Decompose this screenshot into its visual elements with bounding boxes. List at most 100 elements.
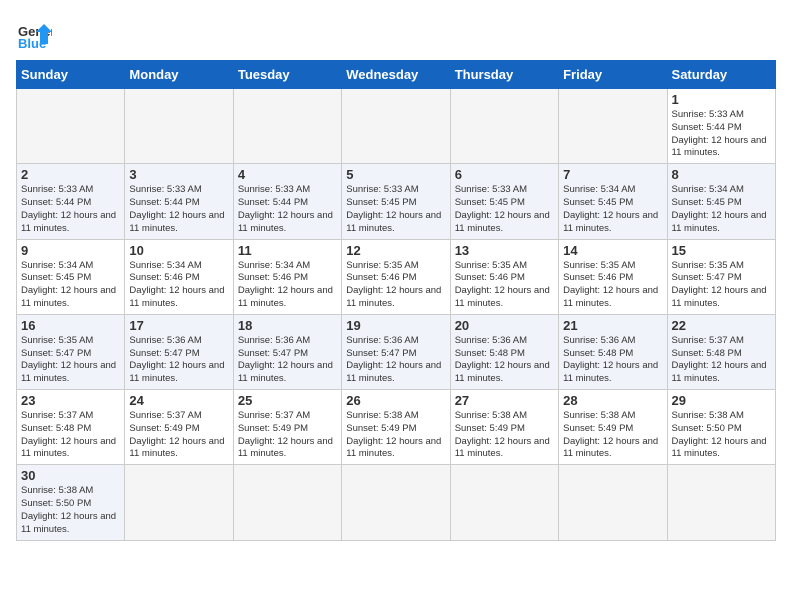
logo: General Blue <box>16 16 52 52</box>
day-cell: 1Sunrise: 5:33 AM Sunset: 5:44 PM Daylig… <box>667 89 775 164</box>
day-info: Sunrise: 5:33 AM Sunset: 5:44 PM Dayligh… <box>21 184 120 235</box>
day-number: 8 <box>672 167 771 182</box>
day-number: 12 <box>346 243 445 258</box>
day-cell: 17Sunrise: 5:36 AM Sunset: 5:47 PM Dayli… <box>125 314 233 389</box>
day-info: Sunrise: 5:35 AM Sunset: 5:47 PM Dayligh… <box>21 335 120 386</box>
day-info: Sunrise: 5:35 AM Sunset: 5:46 PM Dayligh… <box>563 260 662 311</box>
day-number: 22 <box>672 318 771 333</box>
day-cell <box>125 465 233 540</box>
day-info: Sunrise: 5:38 AM Sunset: 5:49 PM Dayligh… <box>455 410 554 461</box>
week-row-5: 23Sunrise: 5:37 AM Sunset: 5:48 PM Dayli… <box>17 390 776 465</box>
day-info: Sunrise: 5:37 AM Sunset: 5:48 PM Dayligh… <box>21 410 120 461</box>
day-cell: 6 Sunrise: 5:33 AM Sunset: 5:45 PM Daylig… <box>450 164 558 239</box>
day-number: 10 <box>129 243 228 258</box>
day-cell: 26Sunrise: 5:38 AM Sunset: 5:49 PM Dayli… <box>342 390 450 465</box>
day-header-friday: Friday <box>559 61 667 89</box>
week-row-3: 9 Sunrise: 5:34 AM Sunset: 5:45 PM Daylig… <box>17 239 776 314</box>
day-info: Sunrise: 5:34 AM Sunset: 5:45 PM Dayligh… <box>672 184 771 235</box>
day-info: Sunrise: 5:38 AM Sunset: 5:49 PM Dayligh… <box>563 410 662 461</box>
day-cell: 13 Sunrise: 5:35 AM Sunset: 5:46 PM Dayli… <box>450 239 558 314</box>
day-info: Sunrise: 5:35 AM Sunset: 5:46 PM Dayligh… <box>346 260 445 311</box>
day-info: Sunrise: 5:35 AM Sunset: 5:46 PM Dayligh… <box>455 260 554 311</box>
day-cell <box>450 89 558 164</box>
day-number: 16 <box>21 318 120 333</box>
day-cell: 28 Sunrise: 5:38 AM Sunset: 5:49 PM Dayli… <box>559 390 667 465</box>
day-number: 13 <box>455 243 554 258</box>
day-cell: 23Sunrise: 5:37 AM Sunset: 5:48 PM Dayli… <box>17 390 125 465</box>
day-cell: 9 Sunrise: 5:34 AM Sunset: 5:45 PM Daylig… <box>17 239 125 314</box>
day-info: Sunrise: 5:33 AM Sunset: 5:45 PM Dayligh… <box>346 184 445 235</box>
days-header-row: SundayMondayTuesdayWednesdayThursdayFrid… <box>17 61 776 89</box>
day-cell <box>233 465 341 540</box>
day-cell: 27 Sunrise: 5:38 AM Sunset: 5:49 PM Dayli… <box>450 390 558 465</box>
day-info: Sunrise: 5:37 AM Sunset: 5:49 PM Dayligh… <box>238 410 337 461</box>
day-number: 4 <box>238 167 337 182</box>
day-cell: 8 Sunrise: 5:34 AM Sunset: 5:45 PM Daylig… <box>667 164 775 239</box>
day-info: Sunrise: 5:33 AM Sunset: 5:44 PM Dayligh… <box>672 109 771 160</box>
day-number: 29 <box>672 393 771 408</box>
day-info: Sunrise: 5:36 AM Sunset: 5:47 PM Dayligh… <box>238 335 337 386</box>
day-cell: 24 Sunrise: 5:37 AM Sunset: 5:49 PM Dayli… <box>125 390 233 465</box>
day-cell: 20Sunrise: 5:36 AM Sunset: 5:48 PM Dayli… <box>450 314 558 389</box>
day-cell: 15 Sunrise: 5:35 AM Sunset: 5:47 PM Dayli… <box>667 239 775 314</box>
day-number: 30 <box>21 468 120 483</box>
day-number: 18 <box>238 318 337 333</box>
day-header-thursday: Thursday <box>450 61 558 89</box>
week-row-4: 16 Sunrise: 5:35 AM Sunset: 5:47 PM Dayli… <box>17 314 776 389</box>
day-number: 7 <box>563 167 662 182</box>
day-info: Sunrise: 5:36 AM Sunset: 5:48 PM Dayligh… <box>563 335 662 386</box>
day-info: Sunrise: 5:38 AM Sunset: 5:50 PM Dayligh… <box>21 485 120 536</box>
day-cell <box>559 89 667 164</box>
day-cell: 3Sunrise: 5:33 AM Sunset: 5:44 PM Daylig… <box>125 164 233 239</box>
day-number: 14 <box>563 243 662 258</box>
day-cell <box>17 89 125 164</box>
day-cell <box>450 465 558 540</box>
day-info: Sunrise: 5:34 AM Sunset: 5:46 PM Dayligh… <box>129 260 228 311</box>
day-header-monday: Monday <box>125 61 233 89</box>
day-cell: 12 Sunrise: 5:35 AM Sunset: 5:46 PM Dayli… <box>342 239 450 314</box>
day-number: 19 <box>346 318 445 333</box>
day-cell: 25Sunrise: 5:37 AM Sunset: 5:49 PM Dayli… <box>233 390 341 465</box>
logo-icon: General Blue <box>16 16 52 52</box>
day-number: 15 <box>672 243 771 258</box>
day-cell: 5 Sunrise: 5:33 AM Sunset: 5:45 PM Daylig… <box>342 164 450 239</box>
day-cell: 10 Sunrise: 5:34 AM Sunset: 5:46 PM Dayli… <box>125 239 233 314</box>
week-row-1: 1Sunrise: 5:33 AM Sunset: 5:44 PM Daylig… <box>17 89 776 164</box>
day-cell <box>342 89 450 164</box>
day-cell: 14 Sunrise: 5:35 AM Sunset: 5:46 PM Dayli… <box>559 239 667 314</box>
day-header-wednesday: Wednesday <box>342 61 450 89</box>
day-cell: 21 Sunrise: 5:36 AM Sunset: 5:48 PM Dayli… <box>559 314 667 389</box>
day-number: 9 <box>21 243 120 258</box>
calendar-table: SundayMondayTuesdayWednesdayThursdayFrid… <box>16 60 776 541</box>
day-cell <box>342 465 450 540</box>
day-number: 6 <box>455 167 554 182</box>
day-cell <box>233 89 341 164</box>
day-info: Sunrise: 5:33 AM Sunset: 5:44 PM Dayligh… <box>238 184 337 235</box>
day-info: Sunrise: 5:38 AM Sunset: 5:50 PM Dayligh… <box>672 410 771 461</box>
day-header-sunday: Sunday <box>17 61 125 89</box>
page-header: General Blue <box>16 16 776 52</box>
day-info: Sunrise: 5:34 AM Sunset: 5:45 PM Dayligh… <box>21 260 120 311</box>
day-number: 21 <box>563 318 662 333</box>
day-number: 20 <box>455 318 554 333</box>
day-cell: 29 Sunrise: 5:38 AM Sunset: 5:50 PM Dayli… <box>667 390 775 465</box>
day-cell: 30 Sunrise: 5:38 AM Sunset: 5:50 PM Dayli… <box>17 465 125 540</box>
week-row-6: 30 Sunrise: 5:38 AM Sunset: 5:50 PM Dayli… <box>17 465 776 540</box>
day-cell <box>667 465 775 540</box>
day-number: 27 <box>455 393 554 408</box>
day-info: Sunrise: 5:34 AM Sunset: 5:45 PM Dayligh… <box>563 184 662 235</box>
day-info: Sunrise: 5:35 AM Sunset: 5:47 PM Dayligh… <box>672 260 771 311</box>
day-cell: 22Sunrise: 5:37 AM Sunset: 5:48 PM Dayli… <box>667 314 775 389</box>
day-number: 3 <box>129 167 228 182</box>
day-number: 17 <box>129 318 228 333</box>
day-number: 24 <box>129 393 228 408</box>
day-cell: 18 Sunrise: 5:36 AM Sunset: 5:47 PM Dayli… <box>233 314 341 389</box>
day-info: Sunrise: 5:33 AM Sunset: 5:45 PM Dayligh… <box>455 184 554 235</box>
day-cell <box>559 465 667 540</box>
day-number: 5 <box>346 167 445 182</box>
day-header-tuesday: Tuesday <box>233 61 341 89</box>
day-cell: 2Sunrise: 5:33 AM Sunset: 5:44 PM Daylig… <box>17 164 125 239</box>
day-info: Sunrise: 5:37 AM Sunset: 5:49 PM Dayligh… <box>129 410 228 461</box>
day-number: 28 <box>563 393 662 408</box>
day-cell <box>125 89 233 164</box>
